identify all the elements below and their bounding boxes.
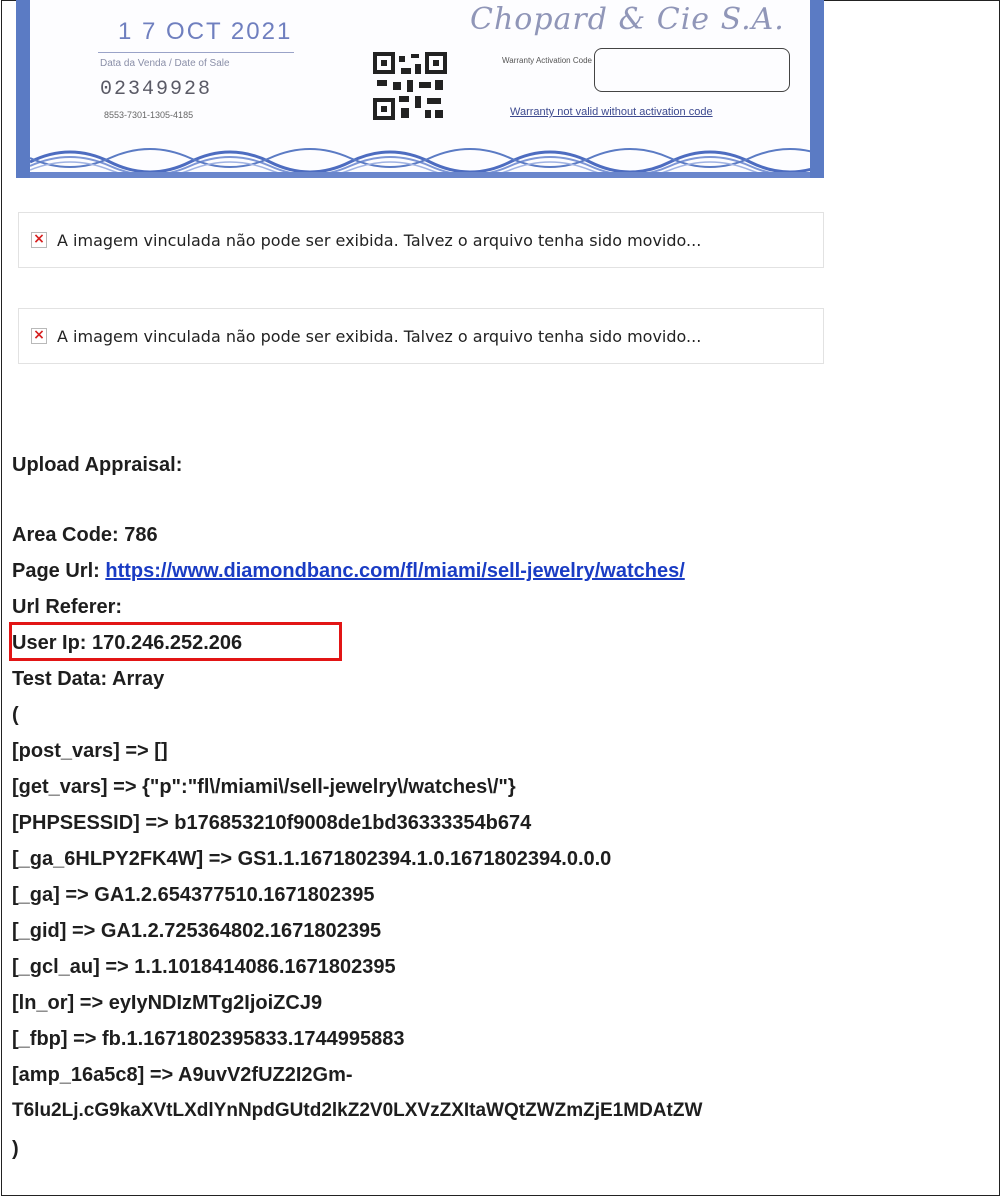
array-line: [_ga] => GA1.2.654377510.1671802395 (12, 884, 375, 906)
activation-code-box (594, 48, 790, 92)
array-line: [post_vars] => [] (12, 740, 168, 762)
array-line: T6lu2Lj.cG9kaXVtLXdlYnNpdGUtd2lkZ2V0LXVz… (12, 1100, 703, 1121)
broken-image-placeholder: × A imagem vinculada não pode ser exibid… (18, 308, 824, 364)
broken-image-icon: × (31, 232, 47, 248)
date-divider (98, 52, 294, 53)
array-line: [_gcl_au] => 1.1.1018414086.1671802395 (12, 956, 396, 978)
reference-number: 8553-7301-1305-4185 (104, 110, 194, 120)
array-line: [_fbp] => fb.1.1671802395833.1744995883 (12, 1028, 405, 1050)
guilloche-border (30, 148, 810, 178)
array-line: [PHPSESSID] => b176853210f9008de1bd36333… (12, 812, 532, 834)
warranty-card-image: 1 7 OCT 2021 Data da Venda / Date of Sal… (16, 0, 824, 178)
user-ip-highlight-box (9, 622, 342, 661)
page-url-label: Page Url: (12, 560, 106, 582)
array-line: [amp_16a5c8] => A9uvV2fUZ2I2Gm- (12, 1064, 353, 1086)
sale-date: 1 7 OCT 2021 (118, 18, 293, 45)
sale-date-label: Data da Venda / Date of Sale (100, 58, 230, 69)
email-frame (1, 0, 1000, 1196)
page-url-link[interactable]: https://www.diamondbanc.com/fl/miami/sel… (105, 560, 684, 582)
area-code-line: Area Code: 786 (12, 524, 158, 546)
array-line: ( (12, 704, 19, 726)
serial-number: 02349928 (100, 78, 213, 101)
warranty-note: Warranty not valid without activation co… (510, 106, 713, 118)
test-data-line: Test Data: Array (12, 668, 165, 690)
array-line: [_gid] => GA1.2.725364802.1671802395 (12, 920, 382, 942)
array-line: [ln_or] => eyIyNDIzMTg2IjoiZCJ9 (12, 992, 323, 1014)
activation-code-label: Warranty Activation Code (502, 56, 592, 65)
qr-code-icon (373, 52, 447, 120)
broken-image-placeholder: × A imagem vinculada não pode ser exibid… (18, 212, 824, 268)
upload-appraisal-heading: Upload Appraisal: (12, 454, 183, 476)
broken-image-message: A imagem vinculada não pode ser exibida.… (57, 230, 702, 250)
array-line: [_ga_6HLPY2FK4W] => GS1.1.1671802394.1.0… (12, 848, 612, 870)
array-line: [get_vars] => {"p":"fl\/miami\/sell-jewe… (12, 776, 516, 798)
page-url-line: Page Url: https://www.diamondbanc.com/fl… (12, 560, 685, 583)
array-line: ) (12, 1138, 19, 1160)
url-referer-line: Url Referer: (12, 596, 123, 618)
brand-signature: Chopard & Cie S.A. (470, 2, 785, 37)
broken-image-message: A imagem vinculada não pode ser exibida.… (57, 326, 702, 346)
broken-image-icon: × (31, 328, 47, 344)
